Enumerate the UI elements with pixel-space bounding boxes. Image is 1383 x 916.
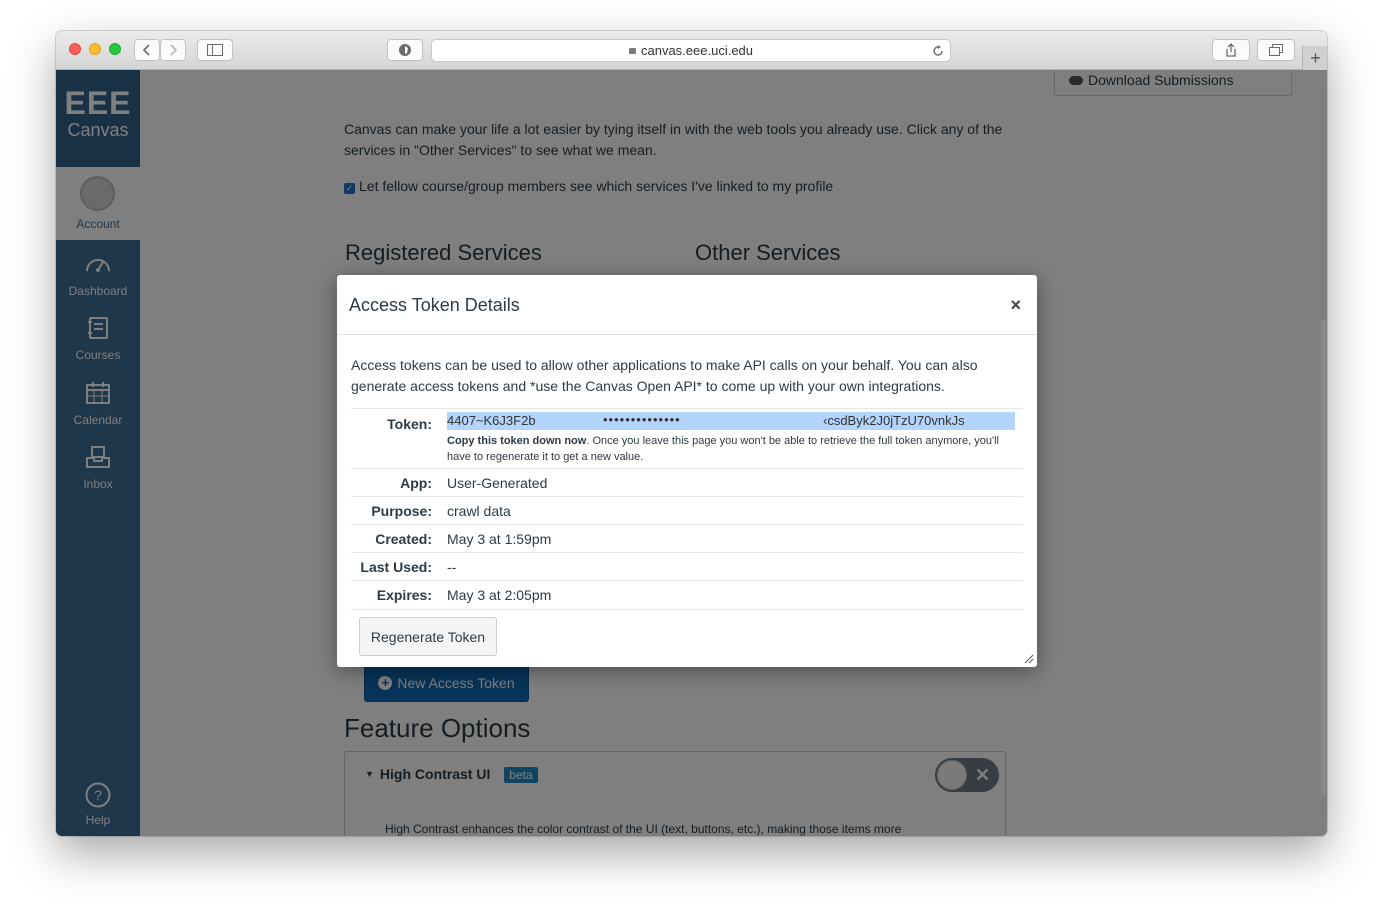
detail-row-app: App: User-Generated bbox=[351, 468, 1023, 497]
token-note: Copy this token down now. Once you leave… bbox=[447, 433, 1017, 465]
detail-row-last-used: Last Used: -- bbox=[351, 552, 1023, 581]
access-token-dialog: Access Token Details × Access tokens can… bbox=[337, 275, 1037, 667]
lock-icon bbox=[628, 48, 636, 54]
token-row: Token: 4407~K6J3F2b •••••••••••••• ‹csdB… bbox=[351, 408, 1023, 468]
token-note-bold: Copy this token down now bbox=[447, 435, 587, 447]
token-start: 4407~K6J3F2b bbox=[447, 413, 536, 428]
expires-label: Expires: bbox=[376, 587, 432, 603]
forward-button[interactable] bbox=[160, 39, 186, 61]
browser-window: canvas.eee.uci.edu + EEE Canvas Account … bbox=[56, 31, 1327, 836]
page-content: EEE Canvas Account Dashboard Courses Cal… bbox=[56, 70, 1327, 836]
shield-icon bbox=[399, 44, 411, 56]
regenerate-token-button[interactable]: Regenerate Token bbox=[359, 617, 497, 656]
share-button[interactable] bbox=[1212, 39, 1250, 61]
chevron-left-icon bbox=[142, 44, 150, 56]
purpose-label: Purpose: bbox=[371, 503, 432, 519]
browser-titlebar: canvas.eee.uci.edu + bbox=[56, 31, 1327, 70]
page-scrollbar[interactable] bbox=[1321, 320, 1326, 795]
token-value[interactable]: 4407~K6J3F2b •••••••••••••• ‹csdByk2J0jT… bbox=[447, 412, 1015, 430]
dialog-description: Access tokens can be used to allow other… bbox=[351, 357, 978, 394]
address-bar[interactable]: canvas.eee.uci.edu bbox=[431, 39, 951, 62]
last-used-value: -- bbox=[447, 559, 457, 575]
dialog-close-button[interactable]: × bbox=[1010, 295, 1021, 316]
privacy-button[interactable] bbox=[387, 39, 423, 61]
dialog-header: Access Token Details × bbox=[337, 275, 1037, 335]
chevron-right-icon bbox=[170, 44, 178, 56]
resize-grip-icon[interactable] bbox=[1024, 654, 1034, 664]
purpose-value: crawl data bbox=[447, 503, 511, 519]
last-used-label: Last Used: bbox=[360, 559, 432, 575]
reload-icon[interactable] bbox=[932, 45, 944, 57]
detail-row-expires: Expires: May 3 at 2:05pm bbox=[351, 580, 1023, 610]
app-label: App: bbox=[400, 475, 432, 491]
new-tab-button[interactable]: + bbox=[1302, 46, 1327, 70]
minimize-window-button[interactable] bbox=[89, 43, 101, 55]
token-mask: •••••••••••••• bbox=[603, 412, 681, 427]
maximize-window-button[interactable] bbox=[109, 43, 121, 55]
back-button[interactable] bbox=[134, 39, 160, 61]
created-value: May 3 at 1:59pm bbox=[447, 531, 552, 547]
detail-row-created: Created: May 3 at 1:59pm bbox=[351, 524, 1023, 553]
sidebar-toggle-button[interactable] bbox=[197, 39, 233, 61]
dialog-title: Access Token Details bbox=[349, 295, 520, 315]
created-label: Created: bbox=[375, 531, 432, 547]
app-value: User-Generated bbox=[447, 475, 548, 491]
detail-row-purpose: Purpose: crawl data bbox=[351, 496, 1023, 525]
sidebar-icon bbox=[207, 44, 223, 56]
close-window-button[interactable] bbox=[69, 43, 81, 55]
tabs-icon bbox=[1269, 44, 1283, 56]
share-icon bbox=[1226, 43, 1236, 57]
url-text: canvas.eee.uci.edu bbox=[640, 43, 754, 58]
expires-value: May 3 at 2:05pm bbox=[447, 587, 552, 603]
tabs-overview-button[interactable] bbox=[1257, 39, 1295, 61]
token-label: Token: bbox=[387, 416, 432, 432]
token-end: ‹csdByk2J0jTzU70vnkJs bbox=[823, 413, 965, 428]
